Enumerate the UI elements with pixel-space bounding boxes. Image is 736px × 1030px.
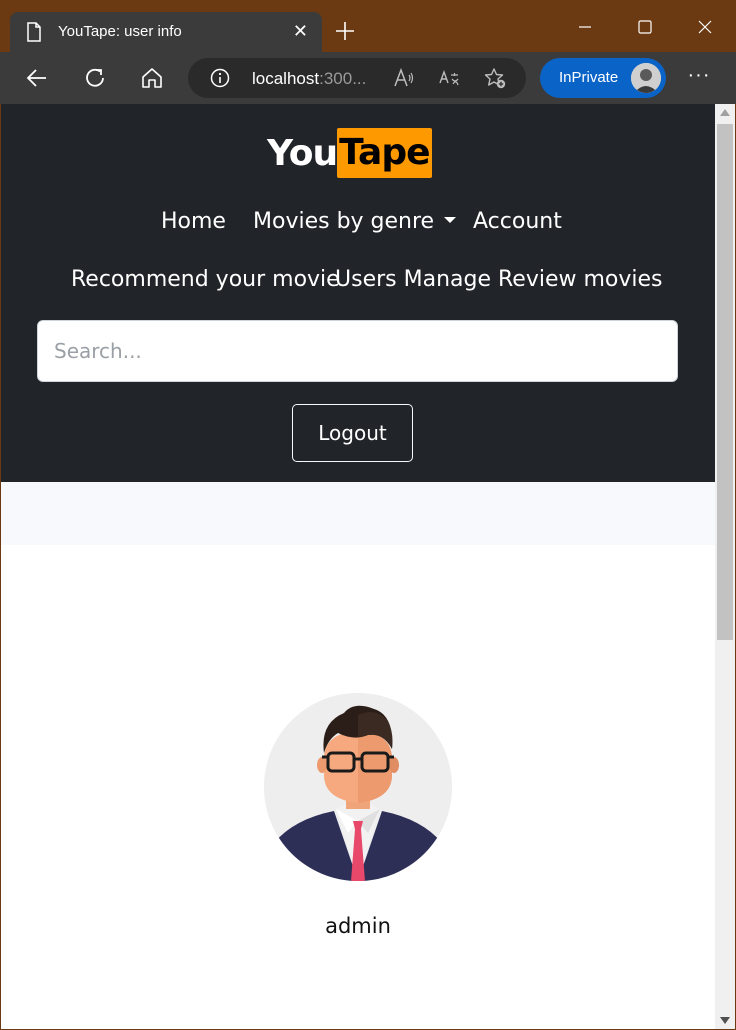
favorites-star-icon[interactable]	[484, 67, 506, 89]
content-header-band	[1, 482, 715, 545]
inprivate-label: InPrivate	[559, 69, 619, 86]
site-navbar: YouTape Home Movies by genre Account Rec…	[1, 104, 715, 482]
translate-icon[interactable]	[438, 67, 460, 89]
read-aloud-icon[interactable]	[392, 67, 414, 89]
nav-movies-by-genre[interactable]: Movies by genre	[253, 209, 457, 234]
profile-username: admin	[325, 914, 391, 938]
youtape-logo[interactable]: YouTape	[267, 128, 432, 180]
new-tab-icon[interactable]	[332, 18, 358, 44]
page-viewport: YouTape Home Movies by genre Account Rec…	[1, 104, 715, 1029]
maximize-icon[interactable]	[630, 14, 660, 40]
logo-part-you: You	[267, 133, 338, 174]
dropdown-caret-icon	[444, 217, 457, 223]
home-icon[interactable]	[139, 65, 165, 91]
browser-titlebar: YouTape: user info ✕	[0, 0, 736, 52]
url-text[interactable]: localhost:300...	[252, 69, 366, 89]
back-arrow-icon[interactable]	[24, 65, 50, 91]
window-close-icon[interactable]	[690, 14, 720, 40]
nav-movies-by-genre-label: Movies by genre	[253, 209, 435, 234]
minimize-icon[interactable]	[570, 14, 600, 40]
browser-tab[interactable]: YouTape: user info ✕	[10, 12, 322, 52]
scroll-up-arrow-icon[interactable]	[720, 109, 730, 116]
more-options-icon[interactable]: ···	[686, 65, 712, 90]
profile-avatar-icon	[631, 63, 661, 93]
nav-home[interactable]: Home	[161, 209, 226, 234]
logo-part-tape: Tape	[337, 128, 432, 178]
nav-recommend-movie[interactable]: Recommend your movie	[71, 267, 340, 292]
user-avatar	[264, 693, 452, 881]
browser-toolbar: localhost:300... InPrivate ···	[0, 52, 736, 104]
nav-review-movies[interactable]: Review movies	[498, 267, 663, 292]
scrollbar-thumb[interactable]	[717, 124, 733, 640]
inprivate-button[interactable]: InPrivate	[540, 58, 666, 98]
page-icon	[27, 22, 41, 42]
url-path: :300...	[319, 69, 367, 88]
tab-title: YouTape: user info	[58, 23, 182, 40]
refresh-icon[interactable]	[82, 65, 108, 91]
vertical-scrollbar[interactable]	[715, 104, 735, 1029]
info-icon[interactable]	[210, 68, 230, 88]
address-bar[interactable]: localhost:300...	[188, 58, 526, 98]
url-host: localhost	[252, 69, 320, 88]
nav-users-manage[interactable]: Users Manage	[335, 267, 491, 292]
scroll-down-arrow-icon[interactable]	[720, 1017, 730, 1024]
logout-button[interactable]: Logout	[292, 404, 413, 462]
search-input[interactable]	[37, 320, 678, 382]
nav-account[interactable]: Account	[473, 209, 562, 234]
tab-close-icon[interactable]: ✕	[293, 20, 308, 42]
